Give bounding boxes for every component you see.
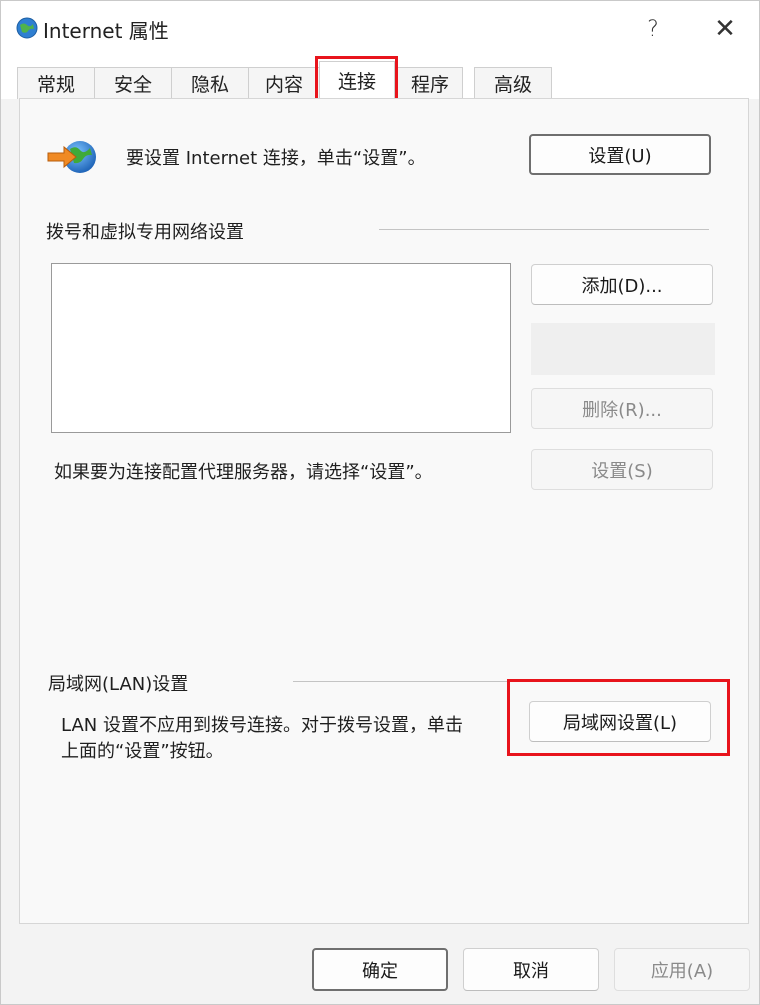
tab-general[interactable]: 常规 bbox=[17, 67, 95, 99]
dialup-connection-list[interactable] bbox=[51, 263, 511, 433]
tab-programs[interactable]: 程序 bbox=[397, 67, 463, 99]
internet-globe-icon bbox=[16, 17, 38, 39]
dialup-heading: 拨号和虚拟专用网络设置 bbox=[46, 222, 244, 243]
tab-strip: 常规 安全 隐私 内容 连接 程序 高级 bbox=[1, 57, 759, 99]
remove-button[interactable]: 删除(R)... bbox=[531, 388, 713, 429]
lan-separator bbox=[293, 681, 709, 682]
help-button[interactable]: ? bbox=[621, 1, 685, 57]
internet-properties-dialog: Internet 属性 ? ✕ 常规 安全 隐私 内容 连接 程序 高级 要设置… bbox=[0, 0, 760, 1005]
dialup-settings-button[interactable]: 设置(S) bbox=[531, 449, 713, 490]
lan-description-line1: LAN 设置不应用到拨号连接。对于拨号设置，单击 bbox=[61, 715, 463, 736]
apply-button[interactable]: 应用(A) bbox=[614, 948, 750, 991]
tab-connections[interactable]: 连接 bbox=[319, 61, 395, 99]
window-title: Internet 属性 bbox=[43, 19, 169, 43]
lan-settings-button[interactable]: 局域网设置(L) bbox=[529, 701, 711, 742]
setup-instruction: 要设置 Internet 连接，单击“设置”。 bbox=[126, 148, 426, 169]
tab-privacy[interactable]: 隐私 bbox=[171, 67, 249, 99]
globe-arrow-icon bbox=[47, 141, 96, 173]
add-button[interactable]: 添加(D)... bbox=[531, 264, 713, 305]
setup-button[interactable]: 设置(U) bbox=[529, 134, 711, 175]
blank-button-slot bbox=[531, 323, 715, 375]
proxy-instruction: 如果要为连接配置代理服务器，请选择“设置”。 bbox=[54, 462, 433, 483]
title-bar: Internet 属性 ? ✕ bbox=[1, 1, 759, 57]
ok-button[interactable]: 确定 bbox=[312, 948, 448, 991]
cancel-button[interactable]: 取消 bbox=[463, 948, 599, 991]
lan-description-line2: 上面的“设置”按钮。 bbox=[61, 741, 224, 762]
lan-heading: 局域网(LAN)设置 bbox=[48, 674, 189, 695]
tab-content[interactable]: 内容 bbox=[248, 67, 320, 99]
tab-advanced[interactable]: 高级 bbox=[474, 67, 552, 99]
tab-security[interactable]: 安全 bbox=[94, 67, 172, 99]
dialog-footer: 确定 取消 应用(A) bbox=[1, 924, 759, 1004]
dialup-separator bbox=[379, 229, 709, 230]
close-button[interactable]: ✕ bbox=[693, 1, 757, 57]
